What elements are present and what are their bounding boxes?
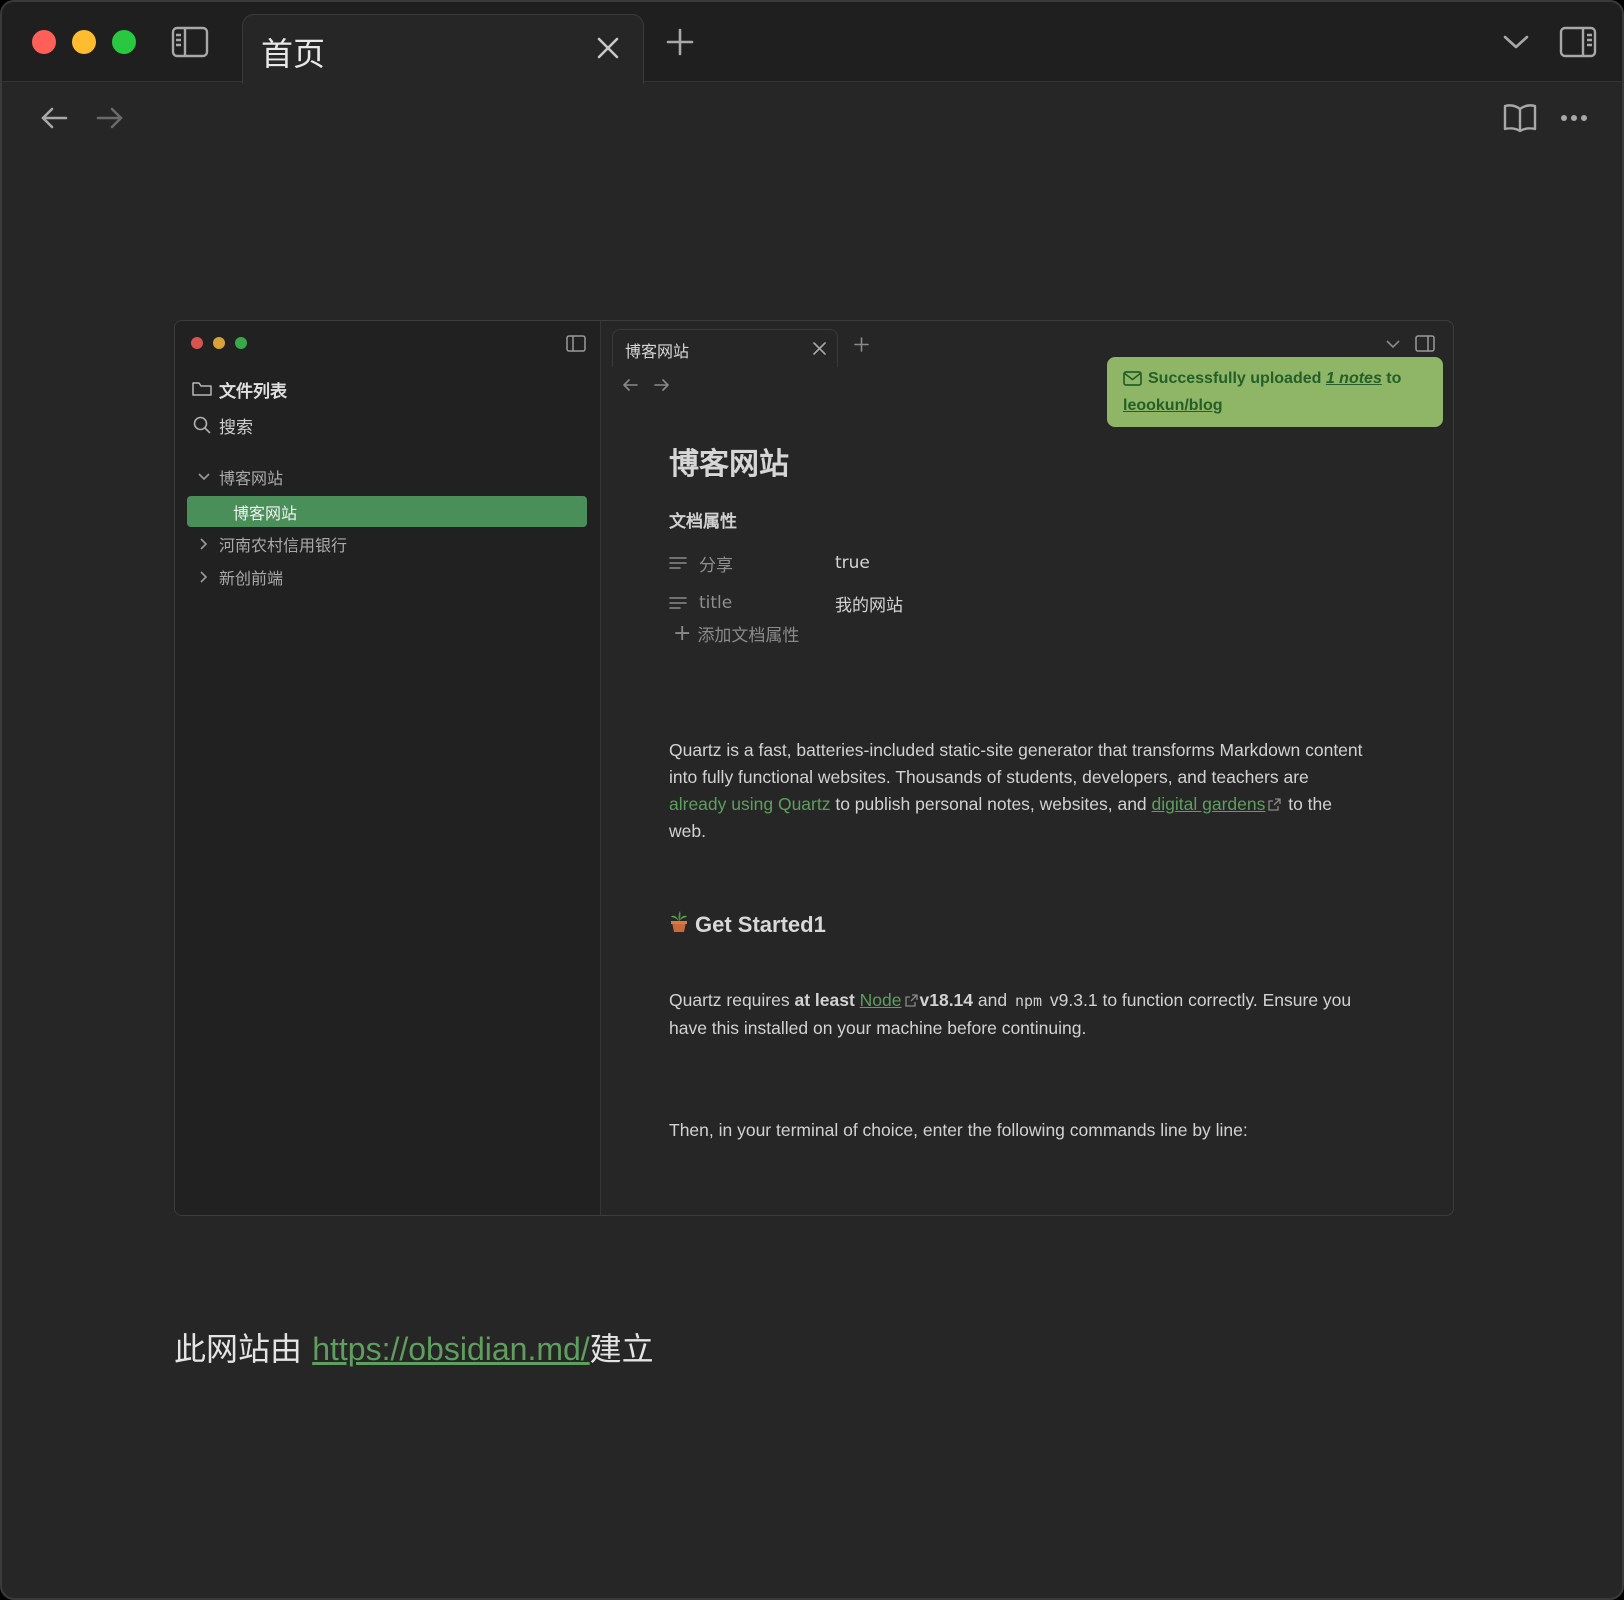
plus-icon bbox=[852, 335, 870, 353]
chevron-right-icon bbox=[195, 538, 213, 550]
get-started-heading: Get Started1 bbox=[669, 911, 826, 939]
potted-plant-icon bbox=[669, 911, 689, 939]
footer-credit: 此网站由 https://obsidian.md/建立 bbox=[174, 1324, 654, 1370]
tree-item-active: 博客网站 bbox=[187, 496, 587, 527]
arrow-left-icon[interactable] bbox=[38, 102, 70, 134]
chevron-right-icon bbox=[195, 571, 213, 583]
external-link-icon bbox=[1268, 798, 1282, 811]
footer-suffix: 建立 bbox=[589, 1330, 654, 1368]
quartz-showcase-link: already using Quartz bbox=[669, 794, 831, 814]
search-icon bbox=[191, 416, 213, 434]
bold-text: at least bbox=[794, 990, 855, 1010]
embedded-screenshot: 文件列表 搜索 博客网站 博客网站 河南农村信用银行 新创前端 博客网站 Suc… bbox=[174, 320, 1454, 1216]
tree-folder-blog: 博客网站 bbox=[195, 462, 283, 492]
notice-prefix: Successfully uploaded bbox=[1148, 370, 1326, 387]
para-text: Quartz requires bbox=[669, 990, 795, 1010]
book-icon[interactable] bbox=[1500, 100, 1540, 136]
tree-folder-bank: 河南农村信用银行 bbox=[195, 529, 347, 559]
file-list-nav: 文件列表 bbox=[191, 375, 287, 403]
maximize-window-button[interactable] bbox=[112, 30, 136, 54]
inner-sidebar: 文件列表 搜索 博客网站 博客网站 河南农村信用银行 新创前端 bbox=[175, 321, 601, 1215]
tab-home[interactable]: 首页 bbox=[242, 14, 644, 84]
close-icon[interactable] bbox=[593, 33, 623, 63]
notice-repo-link: leookun/blog bbox=[1123, 397, 1223, 414]
minimize-window-button[interactable] bbox=[72, 30, 96, 54]
inner-tab-title: 博客网站 bbox=[625, 342, 690, 361]
tree-label: 新创前端 bbox=[219, 569, 284, 588]
mail-icon bbox=[1123, 370, 1142, 394]
para-text: to publish personal notes, websites, and bbox=[830, 794, 1152, 814]
property-value: 我的网站 bbox=[835, 595, 903, 616]
arrow-left-icon bbox=[621, 377, 639, 393]
upload-success-notice: Successfully uploaded 1 notes to leookun… bbox=[1107, 357, 1443, 427]
chevron-down-icon[interactable] bbox=[1500, 30, 1532, 54]
search-label: 搜索 bbox=[219, 417, 253, 438]
right-sidebar-icon[interactable] bbox=[1558, 24, 1598, 60]
inline-code: npm bbox=[1014, 992, 1043, 1010]
para-text: and bbox=[973, 990, 1012, 1010]
tree-label: 博客网站 bbox=[233, 503, 298, 523]
property-row: title 我的网站 bbox=[669, 589, 903, 617]
inner-sidebar-toggle-icon bbox=[565, 333, 587, 353]
obsidian-link[interactable]: https://obsidian.md/ bbox=[312, 1331, 589, 1367]
property-value: true bbox=[835, 553, 870, 573]
bold-text: v18.14 bbox=[919, 990, 974, 1010]
terminal-paragraph: Then, in your terminal of choice, enter … bbox=[669, 1120, 1248, 1140]
text-property-icon bbox=[669, 556, 689, 570]
property-row: 分享 true bbox=[669, 549, 870, 577]
navigation-bar bbox=[2, 84, 1622, 154]
title-bar: 首页 bbox=[2, 2, 1622, 84]
plus-icon: + bbox=[673, 620, 692, 646]
tree-label: 博客网站 bbox=[219, 469, 284, 488]
text-property-icon bbox=[669, 596, 689, 610]
chevron-down-icon bbox=[1384, 337, 1402, 351]
notice-middle: to bbox=[1381, 370, 1402, 387]
tab-title: 首页 bbox=[261, 35, 326, 73]
node-link: Node bbox=[859, 990, 902, 1010]
plus-icon[interactable] bbox=[664, 26, 696, 58]
folder-icon bbox=[191, 381, 213, 397]
tree-folder-frontend: 新创前端 bbox=[195, 562, 283, 592]
heading-text: Get Started1 bbox=[695, 912, 826, 937]
intro-paragraph: Quartz is a fast, batteries-included sta… bbox=[669, 737, 1369, 845]
app-window: 首页 文件列表 搜索 博客网站 博客网站 河南农村信用银行 新创前端 博客网站 … bbox=[0, 0, 1624, 1600]
property-key: 分享 bbox=[699, 555, 733, 576]
property-key: title bbox=[699, 593, 733, 613]
chevron-down-icon bbox=[195, 473, 213, 481]
para-text: Quartz is a fast, batteries-included sta… bbox=[669, 740, 1363, 787]
footer-prefix: 此网站由 bbox=[174, 1330, 313, 1368]
add-property-text: 添加文档属性 bbox=[697, 626, 800, 646]
search-nav: 搜索 bbox=[191, 411, 253, 439]
inner-close-dot bbox=[191, 337, 203, 349]
doc-title: 博客网站 bbox=[669, 447, 789, 482]
digital-gardens-link: digital gardens bbox=[1151, 794, 1266, 814]
close-window-button[interactable] bbox=[32, 30, 56, 54]
file-list-label: 文件列表 bbox=[219, 381, 287, 402]
arrow-right-icon bbox=[652, 377, 670, 393]
tree-label: 河南农村信用银行 bbox=[219, 536, 348, 555]
right-sidebar-icon bbox=[1414, 333, 1436, 353]
more-icon[interactable] bbox=[1556, 102, 1592, 134]
close-icon bbox=[811, 340, 827, 356]
requirements-paragraph: Quartz requires at least Node v18.14 and … bbox=[669, 987, 1369, 1042]
arrow-right-icon[interactable] bbox=[94, 102, 126, 134]
inner-minimize-dot bbox=[213, 337, 225, 349]
notice-count-link: 1 notes bbox=[1325, 370, 1382, 387]
add-property-label: + 添加文档属性 bbox=[673, 621, 799, 646]
inner-maximize-dot bbox=[235, 337, 247, 349]
external-link-icon bbox=[904, 994, 918, 1007]
inner-tab: 博客网站 bbox=[612, 329, 838, 367]
properties-heading: 文档属性 bbox=[669, 512, 737, 532]
sidebar-toggle-icon[interactable] bbox=[170, 24, 210, 60]
